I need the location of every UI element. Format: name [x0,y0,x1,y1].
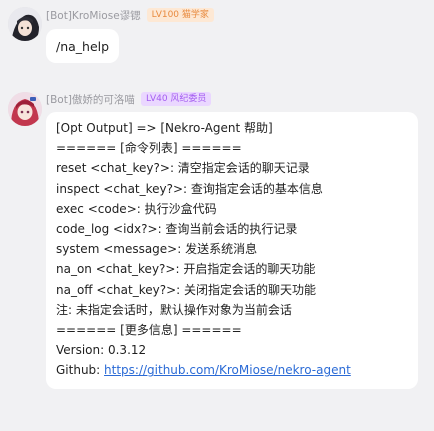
message-line: na_on <chat_key?>: 开启指定会话的聊天功能 [56,262,316,277]
github-link[interactable]: https://github.com/KroMiose/nekro-agent [104,363,351,377]
message-header: [Bot]KroMiose谬锶 LV100 猫学家 [46,7,214,23]
github-label: Github: [56,363,105,378]
github-line: Github: https://github.com/KroMiose/nekr… [56,360,408,380]
sender-avatar-kelomiao[interactable] [8,92,42,126]
sender-name[interactable]: [Bot]傲娇的可洛喵 [46,92,135,107]
message-line: Version: 0.3.12 [56,343,147,358]
message-bubble[interactable]: [Opt Output] => [Nekro-Agent 帮助] ====== … [46,112,418,389]
sender-avatar-kromiose[interactable] [8,7,42,41]
message-line: system <message>: 发送系统消息 [56,242,258,257]
level-badge: LV40 风纪委员 [140,92,212,106]
message-line: ====== [命令列表] ====== [56,141,242,156]
message-line: [Opt Output] => [Nekro-Agent 帮助] [56,121,273,135]
message-line: na_off <chat_key?>: 关闭指定会话的聊天功能 [56,282,316,297]
avatar-image [8,7,42,41]
sender-name[interactable]: [Bot]KroMiose谬锶 [46,8,141,23]
message-line: code_log <idx?>: 查询当前会话的执行记录 [56,222,298,237]
message-header: [Bot]傲娇的可洛喵 LV40 风纪委员 [46,91,212,107]
message-line: 注: 未指定会话时，默认操作对象为当前会话 [56,302,292,317]
message-text: /na_help [56,38,110,54]
message-line: inspect <chat_key?>: 查询指定会话的基本信息 [56,181,323,196]
message-line: ====== [更多信息] ====== [56,323,242,338]
avatar-image [8,92,42,126]
message-line: reset <chat_key?>: 清空指定会话的聊天记录 [56,161,310,176]
message-bubble[interactable]: /na_help [46,29,120,63]
message-line: exec <code>: 执行沙盒代码 [56,201,217,216]
level-badge: LV100 猫学家 [146,8,214,22]
